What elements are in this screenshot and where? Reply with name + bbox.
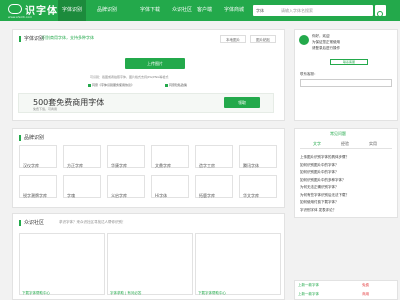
local-image-button[interactable]: 本地图片 [220,35,246,43]
rank-item[interactable]: 上新一款字体 免费 [298,283,369,288]
faq-item[interactable]: 如何识别图片中的字体？ [300,163,339,168]
tab-divider [300,148,392,149]
brand-label: 义启字库 [111,193,127,198]
intro-line: 请登录后进行操作 [312,46,340,50]
nav-item-font-recognition[interactable]: 字体识别 [58,0,87,21]
upload-image-button[interactable]: 上传图片 [125,58,185,69]
recognition-subtitle: 识别商用字体，支持多种字体 [42,35,94,40]
search-icon [377,11,385,19]
nav-item-font-download[interactable]: 字体下载 [140,0,160,21]
topic-card-label[interactable]: 下载字体帮助中心 [198,291,226,296]
search-type-select[interactable]: 字体 [256,5,264,16]
input-label: 联系客服： [300,72,318,76]
logo[interactable]: 识字体 www.shiziti.com [8,3,57,19]
banner-claim-button[interactable]: 领取 [224,97,260,108]
checkbox-icon[interactable] [165,83,168,87]
topic-card-label[interactable]: 下载字体帮助中心 [22,291,50,296]
faq-item[interactable]: 如何识别图片中的字体？ [300,170,339,175]
panel-title: 众识社区 [19,219,44,226]
brand-label: 锐字潮牌字库 [23,193,47,198]
brand-label: 造字工房 [199,163,215,168]
tab-text[interactable]: 文字 [313,141,321,147]
agreement-checkbox[interactable]: 同意《字体识别服务使用协议》 [88,83,134,87]
brand-label: 华文字库 [243,193,259,198]
faq-item[interactable]: 为何无法正确识别字体？ [300,185,339,190]
nav-item-client[interactable]: 客户端 [197,0,212,21]
upload-hint: 可识别：截图或者拍照字体，图片格式支持JPG/PNG等格式 [90,75,169,79]
brand-label: Hi字体 [155,193,168,198]
welcome-text: 你好，欢迎 [312,34,330,38]
community-subtitle: 求识字体？来众识社区寻找达人帮你识别！ [59,220,126,224]
brand-label: 文鼎字库 [155,163,171,168]
tab-practical[interactable]: 实用 [369,141,377,147]
faq-item[interactable]: 上传图片识别字体的具体步骤？ [300,155,349,160]
avatar [299,35,309,45]
nav-item-community[interactable]: 众识社区 [172,0,192,21]
faq-item[interactable]: 如何使用付费下载字体？ [300,200,339,205]
topic-card[interactable] [107,233,193,295]
banner-subtitle: 免费下载，可商用 [33,107,58,111]
contact-service-button[interactable]: 联系客服 [330,59,368,65]
tab-experience[interactable]: 经验 [341,141,349,147]
nav-item-font-store[interactable]: 字体商城 [224,0,244,21]
faq-item[interactable]: 字识别字体 发表评论？ [300,208,336,213]
nav-item-brand-recognition[interactable]: 品牌识别 [97,0,117,21]
brand-label: 汉仪字库 [23,163,39,168]
brand-label: 方正字库 [67,163,83,168]
paste-image-button[interactable]: 图片粘贴 [250,35,276,43]
eye-logo-icon [8,4,22,14]
brand-label: 腾讯字体 [243,163,259,168]
search-bar[interactable]: 字体 请输入字体名搜索 [253,5,373,16]
checkbox-icon[interactable] [88,83,91,87]
top-nav: 识字体 www.shiziti.com 字体识别 品牌识别 字体下载 众识社区 … [0,0,400,21]
panel-title: 品牌识别 [19,134,44,141]
intro-line: 为保证您正常使用 [312,40,340,44]
faq-title: 常见问题 [330,131,346,136]
brand-label: 华康字库 [111,163,127,168]
faq-item[interactable]: 如何识别图片中的多种字体？ [300,178,346,183]
faq-item[interactable]: 为何有些字体识别后无法下载？ [300,193,349,198]
rank-item[interactable]: 上新一款字体 商用 [298,292,369,297]
search-input[interactable]: 请输入字体名搜索 [281,5,313,16]
contact-input[interactable] [300,79,392,87]
topic-card[interactable] [19,233,105,295]
search-button[interactable] [375,5,386,19]
brand-label: 拓鹿字库 [199,193,215,198]
topic-card[interactable] [195,233,281,295]
privacy-checkbox[interactable]: 同意隐私政策 [165,83,187,87]
brand-label: 字魂 [67,193,75,198]
logo-url: www.shiziti.com [8,15,33,19]
panel-title: 字体识别 [19,35,44,42]
topic-card-label[interactable]: 字体求助 | 有问必答 [110,291,141,296]
